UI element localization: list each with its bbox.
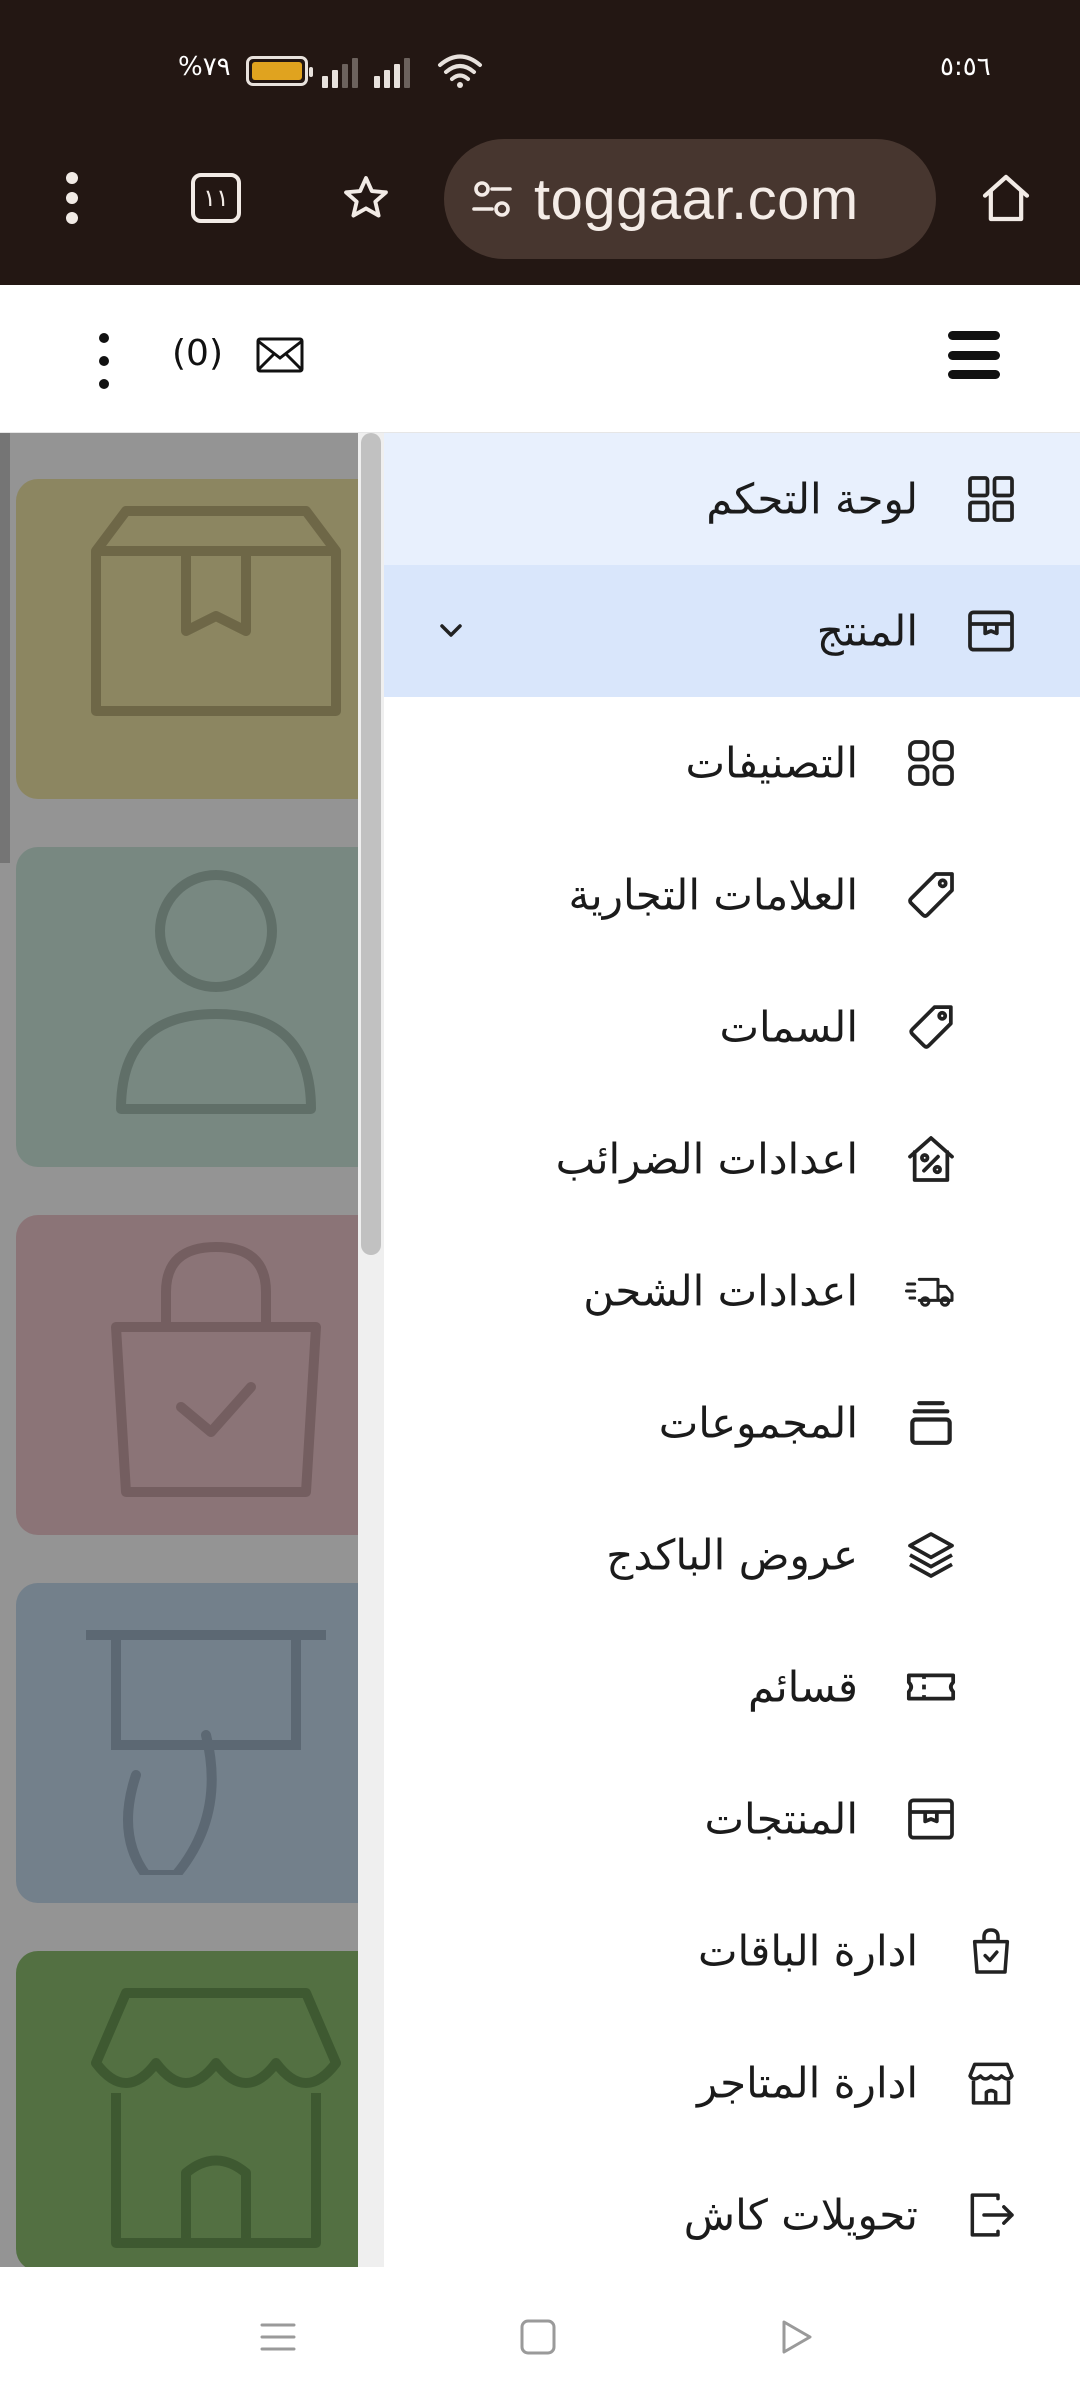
- wifi-icon: [438, 54, 482, 88]
- mail-icon[interactable]: [256, 337, 304, 373]
- nav-item-shipping-settings[interactable]: اعدادات الشحن: [384, 1225, 1080, 1357]
- menu-lines-icon: [260, 2323, 296, 2351]
- page-scrollbar[interactable]: [0, 433, 10, 863]
- triangle-back-icon: [782, 2320, 812, 2354]
- tab-switcher-button[interactable]: ١١: [176, 158, 256, 238]
- side-drawer: لوحة التحكم المنتج التصنيفات العلامات ال…: [384, 433, 1080, 2267]
- site-header: (0): [0, 285, 1080, 433]
- storefront-icon: [962, 2054, 1020, 2112]
- square-icon: [520, 2319, 556, 2355]
- nav-item-label: التصنيفات: [685, 738, 859, 788]
- ticket-icon: [902, 1658, 960, 1716]
- nav-item-cash-transfers[interactable]: تحويلات كاش: [384, 2149, 1080, 2267]
- tab-count: ١١: [191, 173, 241, 223]
- nav-item-dashboard[interactable]: لوحة التحكم: [384, 433, 1080, 565]
- layers-icon: [902, 1526, 960, 1584]
- nav-item-tax-settings[interactable]: اعدادات الضرائب: [384, 1093, 1080, 1225]
- nav-item-label: تحويلات كاش: [683, 2190, 918, 2240]
- nav-item-label: لوحة التحكم: [706, 474, 918, 524]
- nav-item-brands[interactable]: العلامات التجارية: [384, 829, 1080, 961]
- nav-item-collections[interactable]: المجموعات: [384, 1357, 1080, 1489]
- nav-item-label: ادارة الباقات: [697, 1926, 918, 1976]
- nav-item-label: العلامات التجارية: [568, 870, 858, 920]
- nav-item-plans-management[interactable]: ادارة الباقات: [384, 1885, 1080, 2017]
- stack-icon: [902, 1394, 960, 1452]
- content-area: لوحة التحكم المنتج التصنيفات العلامات ال…: [0, 433, 1080, 2267]
- signal-icon: [322, 54, 358, 88]
- nav-item-attributes[interactable]: السمات: [384, 961, 1080, 1093]
- site-settings-icon[interactable]: [468, 175, 516, 223]
- nav-item-package-offers[interactable]: عروض الباكدج: [384, 1489, 1080, 1621]
- archive-box-icon: [962, 602, 1020, 660]
- status-bar: %٧٩ ٥:٥٦: [0, 0, 1080, 140]
- system-nav-bar: [0, 2267, 1080, 2400]
- home-nav-button[interactable]: [508, 2307, 568, 2367]
- message-count: (0): [172, 333, 223, 374]
- nav-item-label: عروض الباكدج: [606, 1530, 858, 1580]
- nav-item-stores-management[interactable]: ادارة المتاجر: [384, 2017, 1080, 2149]
- nav-item-categories[interactable]: التصنيفات: [384, 697, 1080, 829]
- nav-item-label: قسائم: [748, 1662, 858, 1712]
- nav-item-label: اعدادات الضرائب: [555, 1134, 858, 1184]
- back-button[interactable]: [766, 2307, 826, 2367]
- more-vert-icon: [66, 172, 78, 224]
- nav-item-label: المنتج: [816, 606, 918, 656]
- drawer-scrollbar[interactable]: [358, 433, 384, 2267]
- battery-icon: [246, 56, 313, 86]
- signal-icon-2: [374, 54, 410, 88]
- categories-grid-icon: [902, 734, 960, 792]
- star-icon: [344, 176, 388, 218]
- chevron-down-icon: [440, 624, 462, 637]
- home-button[interactable]: [966, 158, 1046, 238]
- tag-icon: [902, 866, 960, 924]
- nav-item-product[interactable]: المنتج: [384, 565, 1080, 697]
- tax-percent-house-icon: [902, 1130, 960, 1188]
- menu-toggle-button[interactable]: [948, 331, 1000, 379]
- browser-chrome: %٧٩ ٥:٥٦ ١١ toggaar.com: [0, 0, 1080, 285]
- nav-item-coupons[interactable]: قسائم: [384, 1621, 1080, 1753]
- browser-menu-button[interactable]: [32, 158, 112, 238]
- nav-item-label: السمات: [719, 1002, 858, 1052]
- truck-fast-icon: [902, 1262, 960, 1320]
- battery-percent: %٧٩: [178, 52, 231, 82]
- address-bar[interactable]: toggaar.com: [444, 139, 936, 259]
- recents-button[interactable]: [248, 2307, 308, 2367]
- tag-icon: [902, 998, 960, 1056]
- url-text: toggaar.com: [534, 166, 859, 232]
- nav-item-label: المنتجات: [704, 1794, 858, 1844]
- archive-box-icon: [902, 1790, 960, 1848]
- nav-item-label: اعدادات الشحن: [583, 1266, 858, 1316]
- drawer-scrollbar-thumb[interactable]: [361, 433, 381, 1255]
- dashboard-grid-icon: [962, 470, 1020, 528]
- bookmark-button[interactable]: [326, 158, 406, 238]
- nav-item-label: ادارة المتاجر: [696, 2058, 918, 2108]
- nav-item-label: المجموعات: [658, 1398, 858, 1448]
- shopping-bag-check-icon: [962, 1922, 1020, 1980]
- transfer-out-icon: [962, 2186, 1020, 2244]
- clock: ٥:٥٦: [940, 52, 991, 82]
- nav-item-products[interactable]: المنتجات: [384, 1753, 1080, 1885]
- home-icon: [982, 174, 1030, 222]
- header-more-button[interactable]: [82, 333, 126, 389]
